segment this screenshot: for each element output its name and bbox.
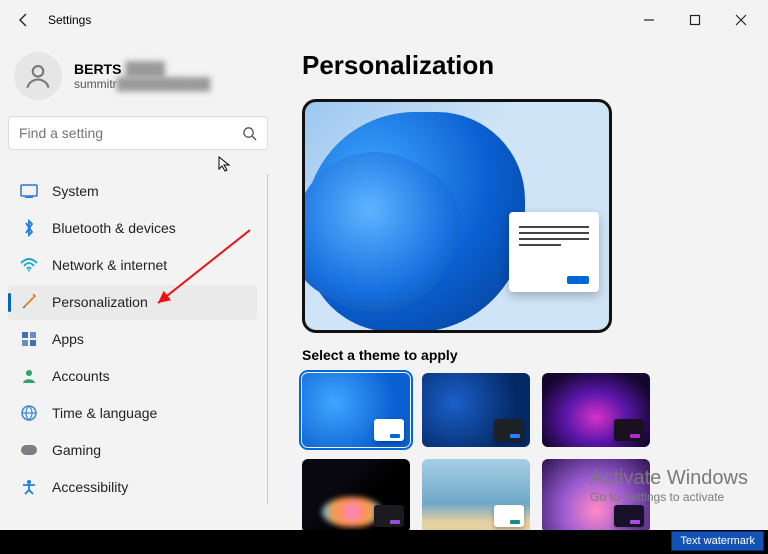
minimize-button[interactable] bbox=[626, 4, 672, 36]
preview-window bbox=[509, 212, 599, 292]
wifi-icon bbox=[20, 256, 38, 274]
arrow-left-icon bbox=[16, 12, 32, 28]
nav-list: System Bluetooth & devices Network & int… bbox=[8, 174, 268, 504]
maximize-button[interactable] bbox=[672, 4, 718, 36]
text-watermark-badge: Text watermark bbox=[671, 531, 764, 551]
sidebar-item-network[interactable]: Network & internet bbox=[8, 248, 257, 283]
activate-windows-watermark: Activate Windows Go to Settings to activ… bbox=[590, 467, 748, 504]
nav-label: Personalization bbox=[52, 294, 148, 310]
nav-label: Apps bbox=[52, 331, 84, 347]
accounts-icon bbox=[20, 367, 38, 385]
system-icon bbox=[20, 182, 38, 200]
nav-label: Time & language bbox=[52, 405, 157, 421]
account-email: summitr███████████ bbox=[74, 77, 210, 91]
theme-option-1[interactable] bbox=[302, 373, 410, 447]
search-box[interactable] bbox=[8, 116, 268, 150]
sidebar: BERTS ████ summitr███████████ System Blu… bbox=[0, 40, 280, 554]
close-button[interactable] bbox=[718, 4, 764, 36]
sidebar-item-personalization[interactable]: Personalization bbox=[8, 285, 257, 320]
search-icon bbox=[242, 126, 257, 141]
theme-grid bbox=[302, 373, 738, 533]
taskbar bbox=[0, 530, 768, 554]
sidebar-item-accessibility[interactable]: Accessibility bbox=[8, 469, 257, 504]
paintbrush-icon bbox=[20, 293, 38, 311]
bluetooth-icon bbox=[20, 219, 38, 237]
sidebar-item-time-language[interactable]: Time & language bbox=[8, 395, 257, 430]
nav-label: Network & internet bbox=[52, 257, 167, 273]
theme-preview bbox=[302, 99, 612, 333]
search-input[interactable] bbox=[19, 125, 242, 141]
gaming-icon bbox=[20, 441, 38, 459]
close-icon bbox=[735, 14, 747, 26]
avatar bbox=[14, 52, 62, 100]
account-block[interactable]: BERTS ████ summitr███████████ bbox=[8, 48, 268, 116]
sidebar-item-bluetooth[interactable]: Bluetooth & devices bbox=[8, 211, 257, 246]
apps-icon bbox=[20, 330, 38, 348]
nav-label: Gaming bbox=[52, 442, 101, 458]
sidebar-item-gaming[interactable]: Gaming bbox=[8, 432, 257, 467]
account-name: BERTS ████ bbox=[74, 61, 210, 77]
theme-option-2[interactable] bbox=[422, 373, 530, 447]
sidebar-item-system[interactable]: System bbox=[8, 174, 257, 209]
nav-label: System bbox=[52, 183, 99, 199]
back-button[interactable] bbox=[4, 0, 44, 40]
sidebar-item-apps[interactable]: Apps bbox=[8, 322, 257, 357]
theme-section-title: Select a theme to apply bbox=[302, 347, 738, 363]
maximize-icon bbox=[689, 14, 701, 26]
nav-label: Bluetooth & devices bbox=[52, 220, 176, 236]
sidebar-item-accounts[interactable]: Accounts bbox=[8, 358, 257, 393]
minimize-icon bbox=[643, 14, 655, 26]
theme-option-4[interactable] bbox=[302, 459, 410, 533]
globe-icon bbox=[20, 404, 38, 422]
page-title: Personalization bbox=[302, 50, 738, 81]
theme-option-3[interactable] bbox=[542, 373, 650, 447]
theme-option-5[interactable] bbox=[422, 459, 530, 533]
window-title: Settings bbox=[48, 13, 91, 27]
person-icon bbox=[24, 62, 52, 90]
nav-label: Accounts bbox=[52, 368, 110, 384]
accessibility-icon bbox=[20, 478, 38, 496]
nav-label: Accessibility bbox=[52, 479, 128, 495]
